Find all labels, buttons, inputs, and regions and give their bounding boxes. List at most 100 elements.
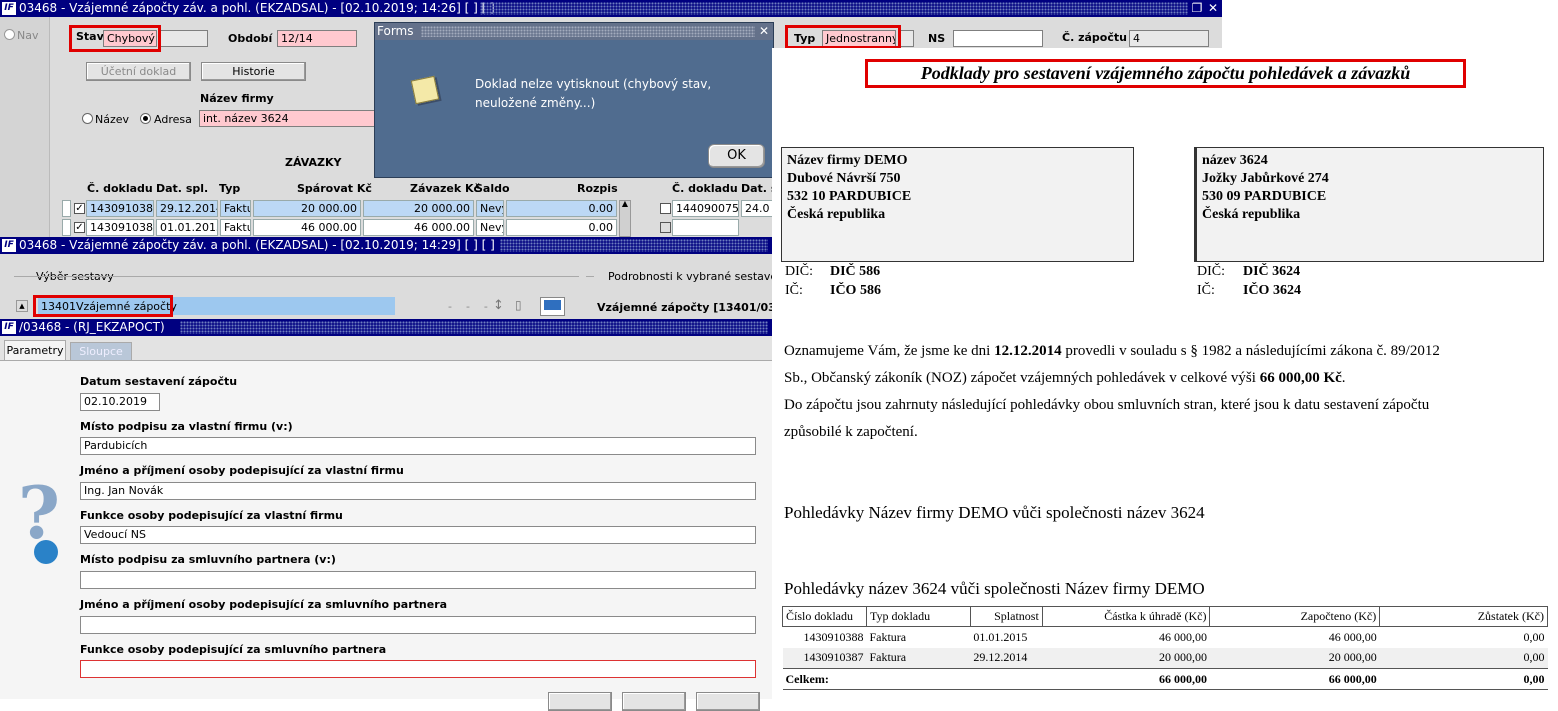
td-cell: Faktura [866,647,971,669]
funkce-partner-input[interactable] [80,660,756,678]
table-cell[interactable] [672,219,739,236]
table-cell[interactable]: 1430910387 [86,200,154,217]
window2-title: 03468 - Vzájemné zápočty záv. a pohl. (E… [19,238,495,252]
partner-country: Česká republika [1202,207,1301,222]
scroll-up-icon[interactable]: ▲ [619,199,631,208]
firm-name-field[interactable]: int. název 3624 [199,110,375,127]
app-logo-icon: IF [2,321,16,334]
radio-nazev[interactable] [82,113,93,124]
own-firm-street: Dubové Návrší 750 [787,171,901,186]
own-dic-label: DIČ: [785,264,813,279]
table-cell[interactable]: 1430910388 [86,219,154,236]
pdf-icon[interactable]: ▯ [515,298,522,312]
note-icon [410,75,440,105]
table-cell[interactable]: 1440900758 [672,200,739,217]
total-castka: 66 000,00 [1042,668,1210,690]
group-border [586,276,594,277]
td-cell: 46 000,00 [1158,629,1207,644]
table-cell[interactable]: Nevyi [476,219,504,236]
own-ic-label: IČ: [785,283,803,298]
historie-button[interactable]: Historie [201,62,306,81]
own-dic-value: DIČ 586 [830,264,881,279]
partner-city: 530 09 PARDUBICE [1202,189,1327,204]
table-cell[interactable]: 46 000.00 [363,219,474,236]
funkce-podepisujici-input[interactable]: Vedoucí NS [80,526,756,544]
table-cell[interactable]: 01.01.2015 [156,219,218,236]
ns-field[interactable] [953,30,1043,47]
report-table-header: Číslo dokladu Typ dokladu Splatnost Část… [782,606,1548,627]
row-marker[interactable] [62,219,71,236]
th-castka: Částka k úhradě (Kč) [1041,606,1211,627]
table-cell[interactable]: 24.0 [741,200,773,217]
window1-titlebar[interactable]: IF 03468 - Vzájemné zápočty záv. a pohl. … [0,0,1222,17]
report-paragraph-line2: Sb., Občanský zákoník (NOZ) zápočet vzáj… [784,370,1346,387]
ucetni-doklad-button[interactable]: Účetní doklad [86,62,191,81]
th-zustatek: Zůstatek (Kč) [1379,606,1548,627]
bottom-button[interactable] [696,692,760,711]
titlebar-pattern [480,2,1188,15]
window3-titlebar[interactable]: IF/03468 - (RJ_EKZAPOCT) [0,319,772,336]
podrobnosti-label: Podrobnosti k vybrané sestavě [608,270,778,283]
c-zapoctu-label: Č. zápočtu [1062,31,1127,44]
table-cell[interactable]: 46 000.00 [253,219,361,236]
table-cell[interactable]: 0.00 [506,200,617,217]
p2-a: Sb., Občanský zákoník (NOZ) zápočet vzáj… [784,370,1260,386]
table-cell[interactable]: Nevyi [476,200,504,217]
misto-podpisu-partner-input[interactable] [80,571,756,589]
forms-dialog-message: Doklad nelze vytisknout (chybový stav, n… [475,77,712,110]
right-col-c-dokladu: Č. dokladu [672,182,738,195]
td-cell: 29.12.2014 [970,647,1043,669]
datum-sestaveni-input[interactable]: 02.10.2019 [80,393,160,411]
report-preview: Podklady pro sestavení vzájemného zápočt… [772,48,1558,699]
col-rozpis: Rozpis [577,182,618,195]
app-logo-icon: IF [2,2,16,15]
td-cell [866,668,971,690]
td-cell: 1430910388 [803,629,864,644]
close-icon[interactable]: ✕ [1206,1,1220,15]
window2-titlebar[interactable]: IF 03468 - Vzájemné zápočty záv. a pohl. … [0,237,772,254]
table-cell[interactable]: 29.12.2014 [156,200,218,217]
row-checkbox[interactable]: ✓ [74,222,85,233]
report-table: Číslo dokladu Typ dokladu Splatnost Část… [782,606,1548,690]
obdobi-field[interactable]: 12/14 [277,30,357,47]
right-row-checkbox[interactable] [660,222,671,233]
right-row-checkbox[interactable] [660,203,671,214]
radio-adresa[interactable] [140,113,151,124]
zavazky-heading: ZÁVAZKY [285,156,342,169]
report-paragraph-line4: způsobilé k započtení. [784,424,918,440]
nav-radio[interactable] [4,29,15,40]
scroll-up-icon[interactable]: ▲ [16,300,28,312]
ok-button[interactable]: OK [708,144,765,168]
table-cell[interactable]: 0.00 [506,219,617,236]
nav-sidebar [0,17,50,237]
jmeno-podepisujici-input[interactable]: Ing. Jan Novák [80,482,756,500]
row-checkbox[interactable]: ✓ [74,203,85,214]
help-globe [34,540,58,564]
table-cell[interactable]: 20 000.00 [253,200,361,217]
resize-icon[interactable]: ↕ [493,298,504,313]
row-marker[interactable] [62,200,71,217]
forms-dialog-titlebar[interactable]: Forms ✕ [375,23,773,40]
partner-address: název 3624 Jožky Jabůrkové 274 530 09 PA… [1194,147,1544,262]
table-cell[interactable]: Faktu [220,200,251,217]
close-icon[interactable]: ✕ [757,24,771,38]
tab-parametry[interactable]: Parametry [4,340,66,360]
table-cell[interactable]: Faktu [220,219,251,236]
own-firm-address: Název firmy DEMO Dubové Návrší 750 532 1… [781,147,1134,262]
table-cell[interactable]: 20 000.00 [363,200,474,217]
col-c-dokladu: Č. dokladu [87,182,153,195]
th-splatnost: Splatnost [969,606,1043,627]
tab-sloupce[interactable]: Sloupce [70,342,132,360]
monitor-screen [544,300,561,310]
section2-heading: Pohledávky název 3624 vůči společnosti N… [784,579,1205,598]
restore-icon[interactable]: ❐ [1190,1,1204,15]
col-zavazek: Závazek Kč [410,182,481,195]
misto-podpisu-input[interactable]: Pardubicích [80,437,756,455]
monitor-icon[interactable] [540,297,565,316]
bottom-button[interactable] [622,692,686,711]
bottom-button[interactable] [548,692,612,711]
jmeno-partner-input[interactable] [80,616,756,634]
own-firm-city: 532 10 PARDUBICE [787,189,912,204]
c-zapoctu-field[interactable]: 4 [1129,30,1209,47]
obdobi-label: Období [228,32,273,45]
